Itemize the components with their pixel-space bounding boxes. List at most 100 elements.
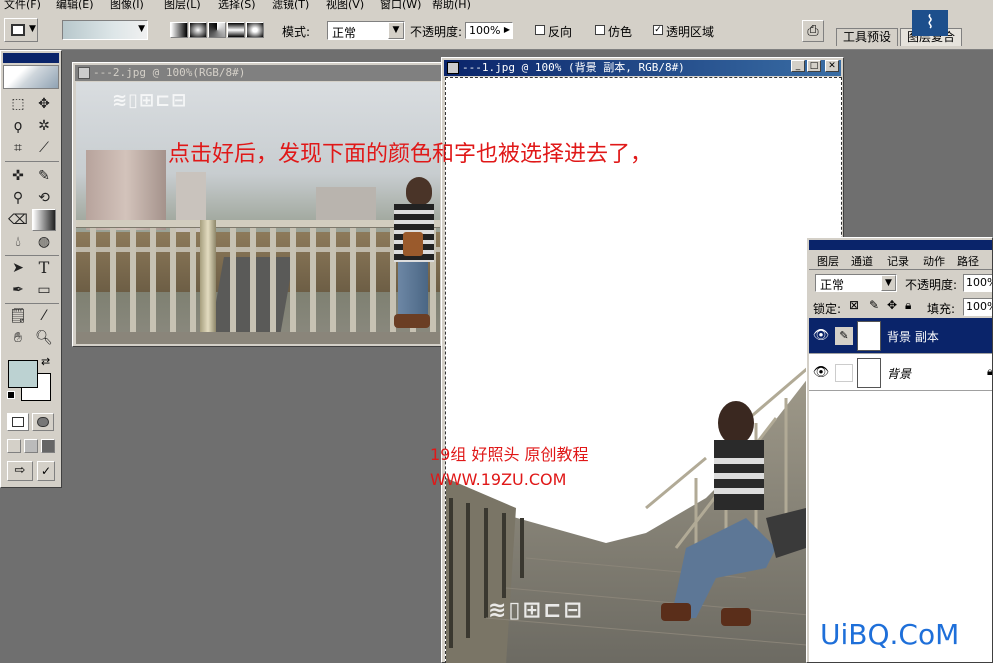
railing-top: [76, 220, 440, 228]
marquee-tool-icon[interactable]: ⬚: [6, 93, 30, 115]
dither-checkbox[interactable]: [595, 25, 605, 35]
menu-help[interactable]: 帮助(H): [432, 0, 471, 10]
layer-row[interactable]: 👁︎ 背景 🔒︎: [809, 355, 993, 391]
minimize-icon[interactable]: _: [791, 60, 805, 72]
mode-select[interactable]: 正常 ▼: [327, 21, 405, 40]
menu-edit[interactable]: 编辑(E): [56, 0, 94, 10]
window-titlebar[interactable]: ---2.jpg @ 100%(RGB/8#): [75, 65, 441, 81]
close-icon[interactable]: ✕: [825, 60, 839, 72]
lock-transparency-icon[interactable]: ⊠: [849, 298, 859, 312]
tab-paths[interactable]: 路径: [957, 253, 979, 269]
photo-canvas[interactable]: ≋▯⊞⊏⊟: [76, 82, 440, 344]
menu-image[interactable]: 图像(I): [110, 0, 144, 10]
move-tool-icon[interactable]: ✥: [32, 93, 56, 115]
hand-tool-icon[interactable]: ✋︎: [6, 327, 30, 349]
fill-field[interactable]: 100%: [963, 298, 992, 316]
healing-brush-tool-icon[interactable]: ✜: [6, 165, 30, 187]
maximize-icon[interactable]: □: [807, 60, 821, 72]
lock-all-icon[interactable]: 🔒︎: [905, 298, 911, 313]
screen-mode-standard-icon[interactable]: [7, 439, 21, 453]
gradient-picker[interactable]: ▼: [62, 20, 148, 40]
radial-gradient-button[interactable]: [189, 22, 207, 38]
magic-wand-tool-icon[interactable]: ✲: [32, 115, 56, 137]
brush-tool-icon[interactable]: ✎: [32, 165, 56, 187]
menu-view[interactable]: 视图(V): [326, 0, 364, 10]
divider: [5, 303, 59, 304]
blend-mode-select[interactable]: 正常 ▼: [815, 274, 897, 292]
palette-well-icon[interactable]: ⎙: [802, 20, 824, 42]
window-titlebar[interactable]: ---1.jpg @ 100% (背景 副本, RGB/8#): [444, 60, 841, 76]
swap-colors-icon[interactable]: ⇄: [41, 355, 50, 368]
tab-layers[interactable]: 图层: [817, 253, 839, 269]
lock-label: 锁定:: [813, 302, 842, 316]
eyedropper-tool-icon[interactable]: ⁄: [32, 305, 56, 327]
person-jeans: [398, 262, 428, 317]
opacity-field[interactable]: 100% ▶: [465, 22, 513, 39]
layer-opacity-field[interactable]: 100%: [963, 274, 992, 292]
default-colors-icon[interactable]: [7, 391, 15, 399]
tab-channels[interactable]: 通道: [851, 253, 873, 269]
gradient-tool-icon[interactable]: [32, 209, 56, 231]
link-slot[interactable]: [835, 364, 853, 382]
layer-row-selected[interactable]: 👁︎ ✎ 背景 副本: [809, 318, 992, 354]
jump-to-imageready-icon[interactable]: ⇨: [7, 461, 33, 481]
menu-select[interactable]: 选择(S): [218, 0, 256, 10]
photo-watermark-graphic: ≋▯⊞⊏⊟: [488, 598, 584, 623]
lasso-tool-icon[interactable]: ϙ: [6, 115, 30, 137]
standard-mode-icon[interactable]: [7, 413, 29, 431]
lock-icon: 🔒︎: [987, 365, 993, 378]
eye-icon[interactable]: 👁︎: [811, 363, 831, 383]
chevron-down-icon: ▼: [881, 275, 896, 291]
menu-file[interactable]: 文件(F): [4, 0, 41, 10]
eye-icon[interactable]: 👁︎: [811, 326, 831, 346]
crop-tool-icon[interactable]: ⌗: [6, 137, 30, 159]
diamond-gradient-button[interactable]: [246, 22, 264, 38]
linear-gradient-button[interactable]: [170, 22, 188, 38]
tab-tool-presets[interactable]: 工具预设: [836, 28, 899, 46]
brush-link-icon[interactable]: ✎: [835, 327, 853, 345]
ground: [76, 332, 440, 344]
dither-label: 仿色: [608, 25, 633, 39]
history-brush-tool-icon[interactable]: ⟲: [32, 187, 56, 209]
notes-tool-icon[interactable]: 🗒︎: [6, 305, 30, 327]
chevron-down-icon: ▼: [388, 22, 404, 39]
angle-gradient-button[interactable]: [208, 22, 226, 38]
menu-filter[interactable]: 滤镜(T): [272, 0, 309, 10]
lock-pixels-icon[interactable]: ✎: [869, 298, 879, 312]
menu-window[interactable]: 窗口(W): [380, 0, 421, 10]
panel-titlebar: [809, 240, 992, 250]
person-hair: [406, 177, 432, 205]
screen-mode-full-menu-icon[interactable]: [24, 439, 38, 453]
blur-tool-icon[interactable]: 💧︎: [6, 231, 30, 253]
edit-in-imageready-icon[interactable]: ✓: [37, 461, 55, 481]
eraser-tool-icon[interactable]: ⌫: [6, 209, 30, 231]
screen-mode-full-icon[interactable]: [41, 439, 55, 453]
path-select-tool-icon[interactable]: ➤: [6, 257, 30, 279]
quick-mask-icon[interactable]: [32, 413, 54, 431]
watermark-line1: 19组 好照头 原创教程: [430, 445, 589, 464]
tab-history[interactable]: 记录: [887, 253, 909, 269]
stamp-tool-icon[interactable]: ⚲: [6, 187, 30, 209]
shape-tool-icon[interactable]: ▭: [32, 279, 56, 301]
menu-layer[interactable]: 图层(L): [164, 0, 201, 10]
fill-label: 填充:: [927, 302, 956, 316]
reverse-checkbox[interactable]: [535, 25, 545, 35]
pen-tool-icon[interactable]: ✒: [6, 279, 30, 301]
adobe-online-feather-icon[interactable]: [3, 65, 59, 89]
layer-opacity-label: 不透明度:: [905, 278, 958, 292]
document-window-2[interactable]: ---2.jpg @ 100%(RGB/8#) ≋▯⊞⊏⊟: [72, 62, 444, 347]
zoom-tool-icon[interactable]: 🔍︎: [32, 327, 56, 349]
type-tool-icon[interactable]: T: [32, 257, 56, 279]
window-title: ---2.jpg @ 100%(RGB/8#): [93, 66, 246, 79]
tab-actions[interactable]: 动作: [923, 253, 945, 269]
foreground-color-swatch[interactable]: [8, 360, 38, 388]
dodge-tool-icon[interactable]: ◍: [32, 231, 56, 253]
transparency-checkbox[interactable]: ✓: [653, 25, 663, 35]
slice-tool-icon[interactable]: ⟋: [32, 137, 56, 159]
document-icon: [78, 67, 90, 79]
lock-position-icon[interactable]: ✥: [887, 298, 897, 312]
tool-preset-picker[interactable]: ▼: [4, 18, 38, 42]
reflected-gradient-button[interactable]: [227, 22, 245, 38]
chevron-down-icon: ▼: [138, 24, 145, 34]
layer-name: 背景: [887, 367, 912, 381]
